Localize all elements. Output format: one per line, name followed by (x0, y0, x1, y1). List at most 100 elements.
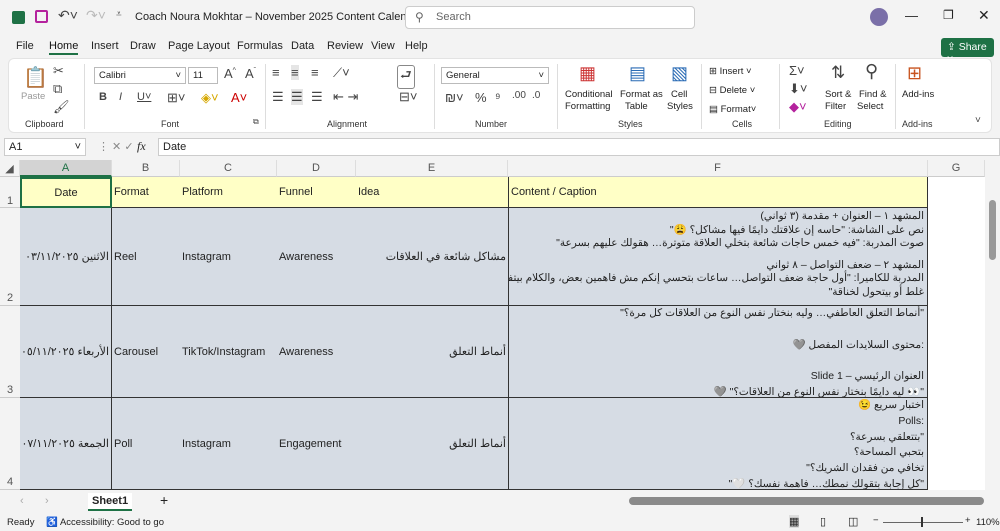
cell-platform[interactable]: Instagram (180, 208, 277, 306)
tab-view[interactable]: View (371, 40, 395, 52)
format-as-table-button[interactable]: Format as (620, 89, 663, 100)
format-as-table-icon[interactable]: ▤ (629, 63, 646, 84)
format-cells-button[interactable]: ▤ Format˅ (709, 104, 756, 115)
zoom-slider-thumb[interactable] (921, 517, 923, 527)
cell-content[interactable]: اختبار سريع 😉 :Polls "بتتعلقي بسرعة؟ بتح… (508, 398, 928, 490)
prev-sheet-icon[interactable]: ‹ (20, 495, 24, 507)
cut-icon[interactable]: ✂ (53, 63, 64, 79)
redo-icon[interactable]: ↷˅ (86, 7, 106, 24)
cell-c1-platform-header[interactable]: Platform (180, 177, 277, 208)
find-select-button[interactable]: Find & (859, 89, 886, 100)
column-header-g[interactable]: G (928, 160, 985, 177)
cell-content[interactable]: "أنماط التعلق العاطفي… وليه بنختار نفس ا… (508, 306, 928, 398)
conditional-formatting-button[interactable]: Conditional (565, 89, 613, 100)
zoom-slider[interactable] (883, 522, 963, 523)
column-header-f[interactable]: F (508, 160, 928, 177)
cell-date[interactable]: الاثنين ٠٣/١١/٢٠٢٥ (20, 208, 112, 306)
font-color-icon[interactable]: A˅ (231, 90, 247, 105)
row-header-3[interactable]: 3 (0, 306, 20, 398)
page-layout-view-icon[interactable]: ▯ (820, 515, 826, 528)
decrease-decimal-icon[interactable]: .0 (532, 90, 540, 101)
align-left-icon[interactable]: ☰ (272, 89, 284, 105)
wrap-text-icon[interactable]: ⮐ (397, 65, 415, 89)
comma-icon[interactable]: ⁹ (495, 90, 501, 105)
format-painter-icon[interactable]: 🖌 (53, 99, 70, 115)
autosum-icon[interactable]: Σ˅ (789, 63, 805, 78)
accessibility-status[interactable]: ♿ Accessibility: Good to go (46, 517, 164, 528)
normal-view-icon[interactable]: ▦ (789, 515, 800, 528)
clear-icon[interactable]: ◆˅ (789, 99, 807, 115)
undo-icon[interactable]: ↶˅ (58, 7, 78, 24)
customize-toolbar-icon[interactable]: ⩡ (116, 9, 122, 20)
row-header-1[interactable]: 1 (0, 177, 20, 208)
search-input[interactable]: ⚲ Search (405, 6, 695, 29)
cell-funnel[interactable]: Awareness (277, 306, 356, 398)
cell-funnel[interactable]: Awareness (277, 208, 356, 306)
font-dialog-icon[interactable]: ⧉ (253, 117, 259, 127)
next-sheet-icon[interactable]: › (45, 495, 49, 507)
tab-formulas[interactable]: Formulas (237, 40, 283, 52)
collapse-ribbon-icon[interactable]: ˅ (975, 115, 981, 126)
cell-format[interactable]: Poll (112, 398, 180, 490)
column-header-b[interactable]: B (112, 160, 180, 177)
tab-review[interactable]: Review (327, 40, 363, 52)
cell-a1-date-header[interactable]: Date (20, 177, 112, 208)
zoom-in-icon[interactable]: + (965, 515, 971, 526)
select-all-corner[interactable]: ◢ (0, 160, 20, 177)
insert-cells-button[interactable]: ⊞ Insert ˅ (709, 66, 752, 77)
paste-button[interactable]: Paste (21, 91, 45, 102)
cell-f1-content-header[interactable]: Content / Caption (508, 177, 928, 208)
align-bottom-icon[interactable]: ≡ (311, 65, 319, 80)
cell-format[interactable]: Reel (112, 208, 180, 306)
vertical-scroll-thumb[interactable] (989, 200, 996, 260)
minimize-button[interactable]: — (905, 8, 918, 23)
fill-color-icon[interactable]: ◈˅ (201, 90, 219, 106)
tab-data[interactable]: Data (291, 40, 314, 52)
tab-help[interactable]: Help (405, 40, 428, 52)
font-size-select[interactable]: 11 (188, 67, 218, 84)
tab-insert[interactable]: Insert (91, 40, 119, 52)
formula-input[interactable]: Date (158, 138, 1000, 156)
align-top-icon[interactable]: ≡ (272, 65, 280, 80)
maximize-button[interactable]: ❐ (943, 8, 954, 22)
save-icon[interactable] (35, 10, 48, 23)
vertical-scrollbar[interactable] (985, 160, 1000, 490)
paste-icon[interactable]: 📋 (23, 65, 48, 90)
column-header-e[interactable]: E (356, 160, 508, 177)
borders-icon[interactable]: ⊞˅ (167, 90, 185, 106)
fill-icon[interactable]: ⬇˅ (789, 81, 807, 97)
cell-idea[interactable]: أنماط التعلق (356, 306, 508, 398)
cell-date[interactable]: الجمعة ٠٧/١١/٢٠٢٥ (20, 398, 112, 490)
cell-styles-button[interactable]: Cell (671, 89, 687, 100)
find-select-icon[interactable]: ⚲ (865, 61, 878, 82)
indent-icon[interactable]: ⇤ ⇥ (333, 89, 358, 105)
number-format-select[interactable]: General ˅ (441, 67, 549, 84)
increase-font-icon[interactable]: A^ (224, 66, 236, 81)
cell-format[interactable]: Carousel (112, 306, 180, 398)
add-sheet-icon[interactable]: + (160, 492, 168, 508)
zoom-level[interactable]: 110% (976, 517, 1000, 528)
merge-center-icon[interactable]: ⊟˅ (399, 89, 417, 105)
cell-platform[interactable]: TikTok/Instagram (180, 306, 277, 398)
sort-filter-button[interactable]: Sort & (825, 89, 851, 100)
cell-styles-icon[interactable]: ▧ (671, 63, 688, 84)
column-header-a[interactable]: A (20, 160, 112, 177)
horizontal-scrollbar[interactable] (629, 497, 984, 505)
share-button[interactable]: ⇪ Share ˅ (941, 38, 994, 65)
fx-icon[interactable]: fx (137, 139, 146, 154)
percent-icon[interactable]: % (475, 90, 487, 105)
row-header-4[interactable]: 4 (0, 398, 20, 490)
cell-idea[interactable]: أنماط التعلق (356, 398, 508, 490)
cell-content[interactable]: المشهد ١ – العنوان + مقدمة (٣ ثواني) نص … (508, 208, 928, 306)
cell-date[interactable]: الأربعاء ٠٥/١١/٢٠٢٥ (20, 306, 112, 398)
tab-page-layout[interactable]: Page Layout (168, 40, 230, 52)
column-header-d[interactable]: D (277, 160, 356, 177)
currency-icon[interactable]: ₪˅ (445, 90, 464, 105)
column-header-c[interactable]: C (180, 160, 277, 177)
copy-icon[interactable]: ⧉ (53, 81, 62, 97)
sort-filter-icon[interactable]: ⇅ (831, 63, 845, 83)
spreadsheet-grid[interactable]: ◢ A B C D E F G 1 2 3 4 Date Format Plat… (0, 160, 985, 490)
cell-e1-idea-header[interactable]: Idea (356, 177, 508, 208)
conditional-formatting-icon[interactable]: ▦ (579, 63, 596, 84)
cell-idea[interactable]: مشاكل شائعة في العلاقات (356, 208, 508, 306)
